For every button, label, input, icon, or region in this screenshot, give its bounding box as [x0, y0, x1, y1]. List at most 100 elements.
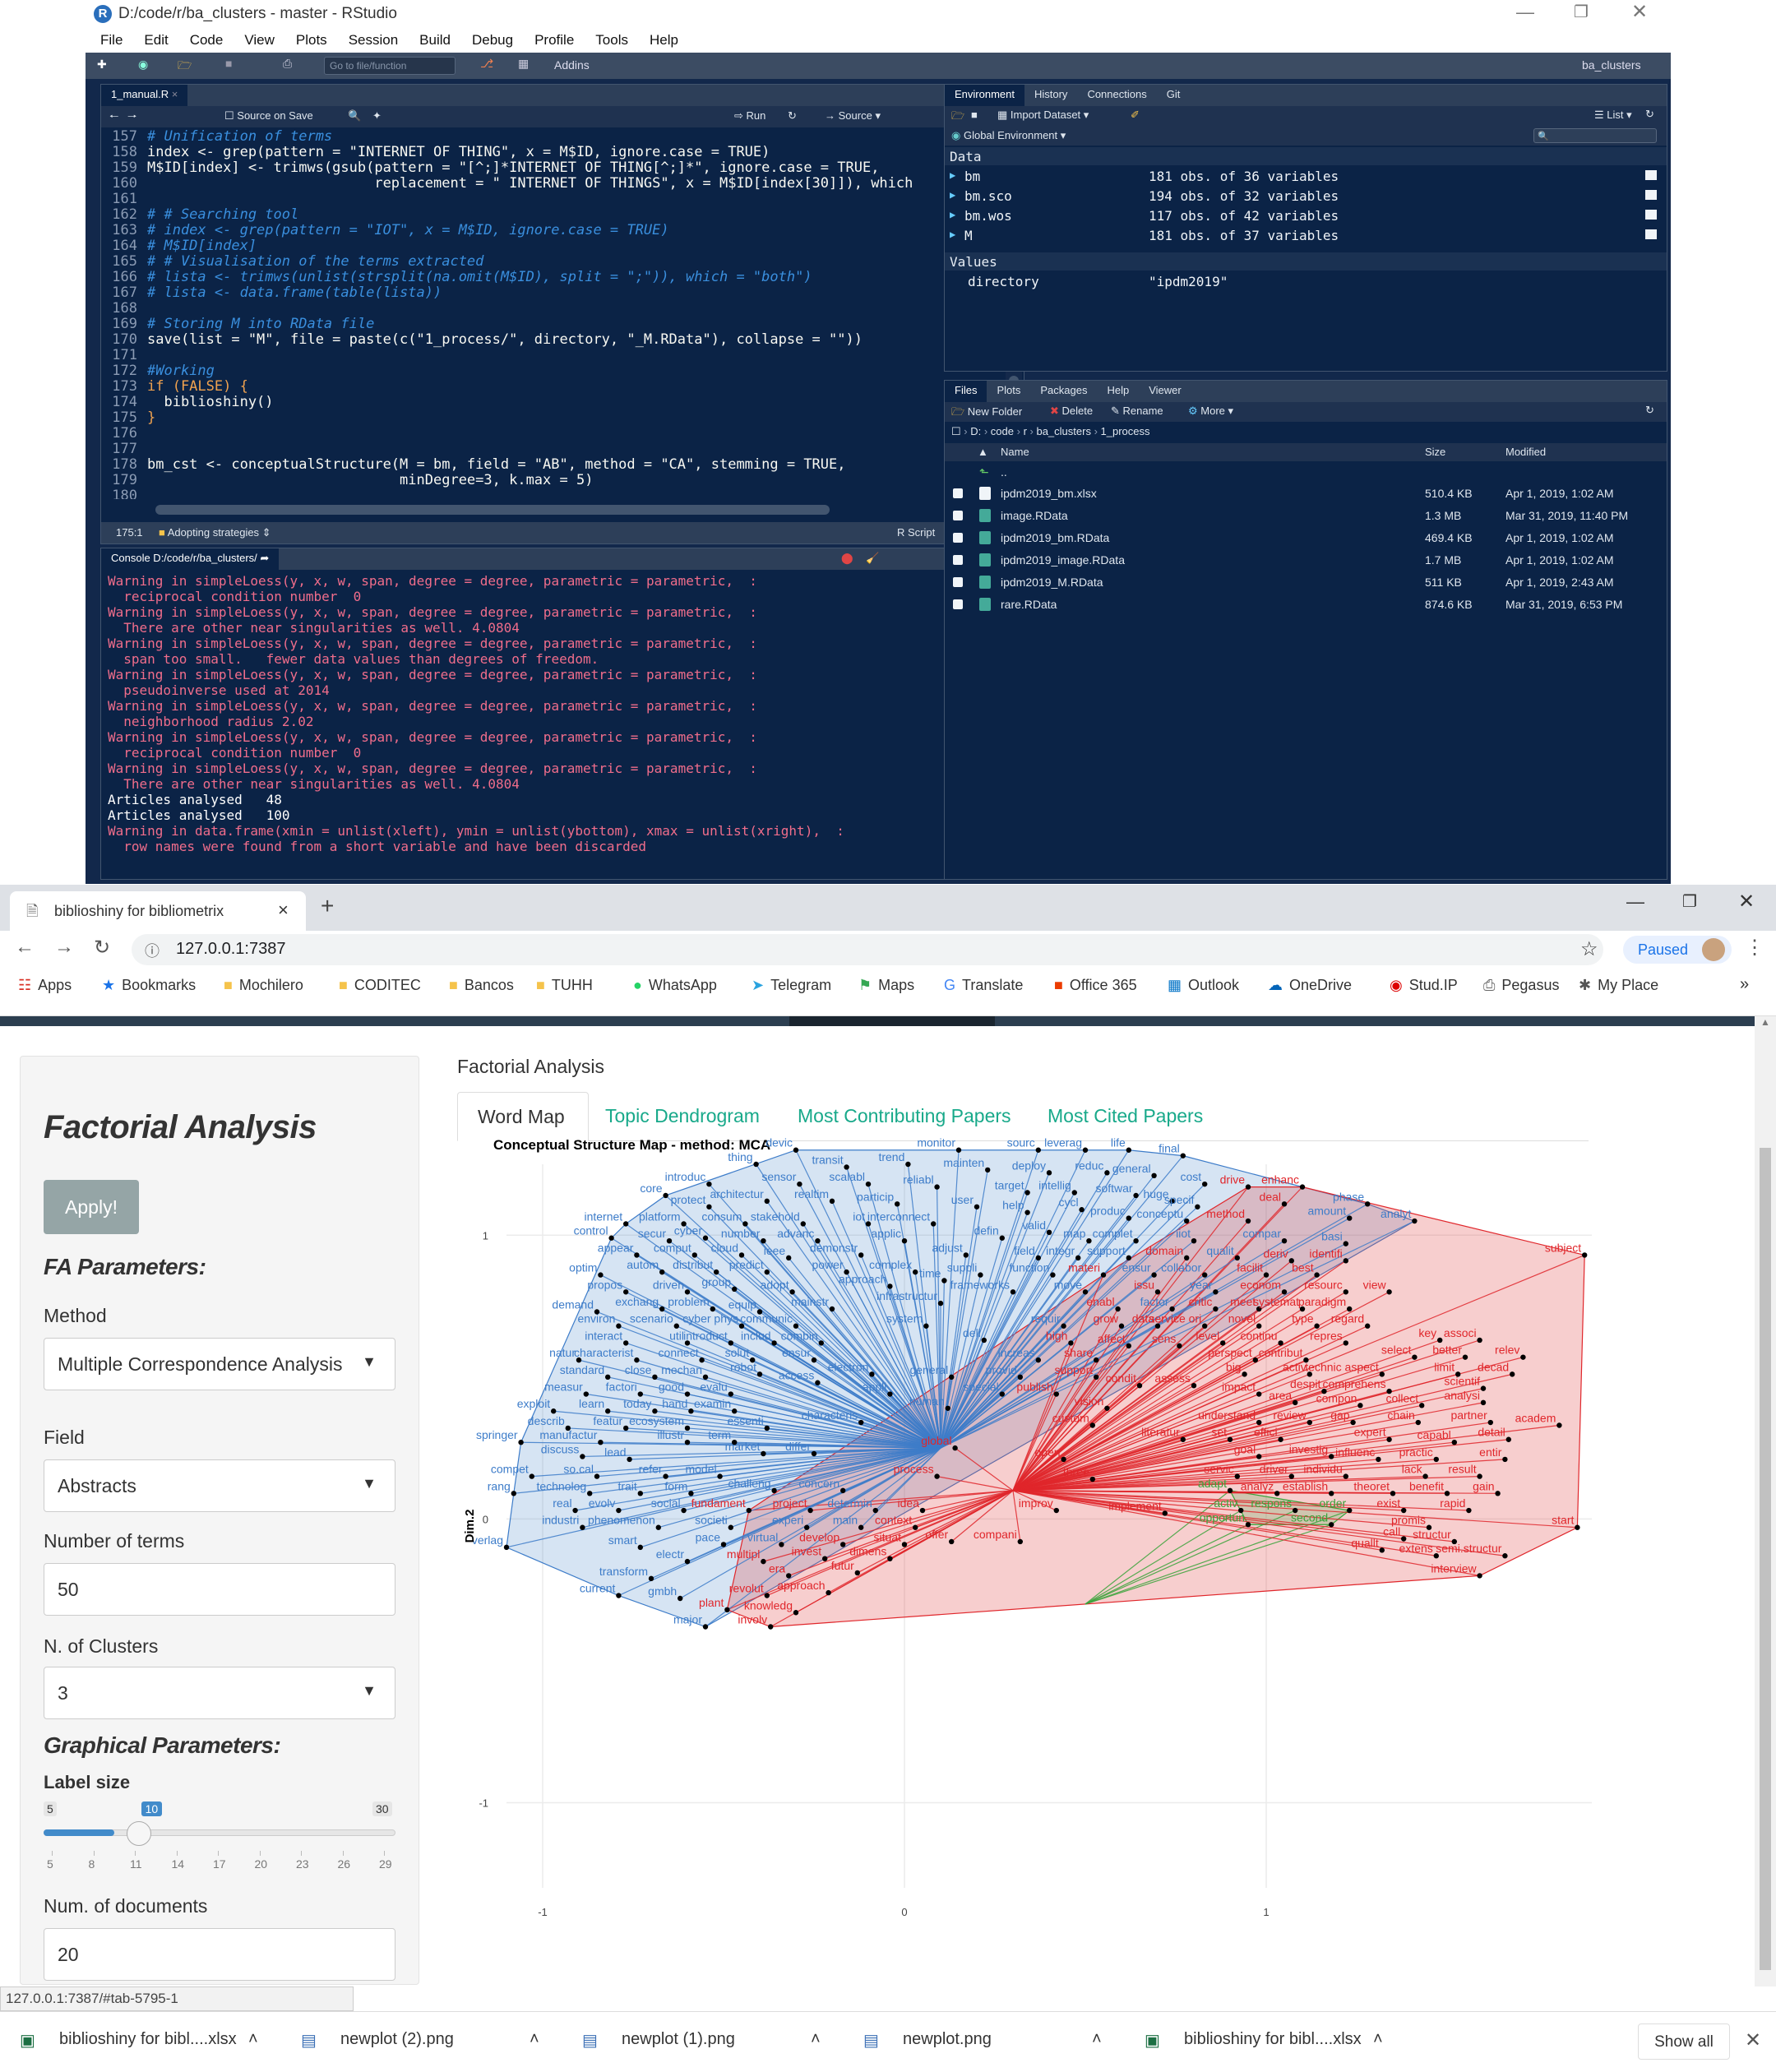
data-row[interactable]: ▶ bm 181 obs. of 36 variables	[945, 167, 1667, 187]
editor-hscroll-thumb[interactable]	[155, 505, 830, 515]
menu-item-edit[interactable]: Edit	[144, 32, 168, 48]
close-icon[interactable]: ✕	[1631, 0, 1648, 24]
dataset-expand-icon[interactable]: ▶	[950, 229, 955, 240]
import-dataset-button[interactable]: ▦ Import Dataset ▾	[997, 109, 1089, 122]
close-tab-icon[interactable]: ×	[278, 900, 289, 921]
list-view-button[interactable]: ☰ List ▾	[1594, 109, 1632, 122]
forward-icon[interactable]: 🠒	[127, 109, 136, 127]
grid-view-icon[interactable]	[1645, 190, 1657, 200]
menu-item-debug[interactable]: Debug	[472, 32, 513, 48]
file-checkbox[interactable]	[953, 555, 963, 565]
menu-item-code[interactable]: Code	[190, 32, 224, 48]
file-checkbox[interactable]	[953, 488, 963, 498]
file-name[interactable]: image.RData	[1001, 509, 1068, 522]
grid-view-icon[interactable]	[1645, 170, 1657, 180]
show-all-button[interactable]: Show all	[1638, 2023, 1730, 2060]
menu-item-help[interactable]: Help	[650, 32, 678, 48]
download-item[interactable]: ▣ biblioshiny for bibl....xlsx ˄	[20, 2030, 275, 2055]
method-select[interactable]: Multiple Correspondence Analysis ▼	[44, 1338, 395, 1390]
col-modified[interactable]: Modified	[1505, 446, 1546, 458]
tab-plots[interactable]: Plots	[987, 381, 1030, 402]
data-row[interactable]: ▶ bm.sco 194 obs. of 32 variables	[945, 187, 1667, 206]
rename-button[interactable]: ✎ Rename	[1111, 405, 1163, 418]
forward-icon[interactable]: →	[54, 936, 74, 959]
source-on-save-checkbox[interactable]: ☐ Source on Save	[224, 109, 313, 123]
paused-sync-button[interactable]: Paused	[1623, 936, 1732, 964]
num-documents-input[interactable]: 20	[44, 1928, 395, 1981]
load-workspace-icon[interactable]: 🗁	[951, 109, 964, 127]
editor-code[interactable]: 157 # Unification of terms 158 index <- gre…	[101, 129, 1006, 499]
file-row[interactable]: ipdm2019_image.RData 1.7 MB Apr 1, 2019, 1…	[945, 551, 1667, 573]
file-checkbox[interactable]	[953, 533, 963, 543]
go-to-directory-icon[interactable]: ➦	[260, 552, 269, 564]
global-environment-dropdown[interactable]: ◉ Global Environment ▾	[951, 129, 1066, 142]
col-size[interactable]: Size	[1425, 446, 1445, 458]
file-checkbox[interactable]	[953, 511, 963, 520]
bookmark-office-365[interactable]: ■ Office 365	[1054, 977, 1137, 994]
grid-view-icon[interactable]	[1645, 210, 1657, 220]
chevron-up-icon[interactable]: ˄	[530, 2030, 539, 2049]
col-name[interactable]: Name	[1001, 446, 1029, 458]
minimize-icon[interactable]: —	[1516, 2, 1534, 23]
n-clusters-select[interactable]: 3 ▼	[44, 1667, 395, 1719]
chevron-up-icon[interactable]: ˄	[248, 2030, 258, 2049]
find-icon[interactable]: 🔍	[348, 109, 361, 123]
maximize-icon[interactable]: ❐	[1574, 2, 1589, 22]
new-tab-icon[interactable]: +	[321, 893, 334, 919]
delete-button[interactable]: ✖ Delete	[1050, 405, 1093, 418]
field-select[interactable]: Abstracts ▼	[44, 1459, 395, 1512]
download-item[interactable]: ▣ biblioshiny for bibl....xlsx ˄	[1145, 2030, 1399, 2055]
grid-view-icon[interactable]	[1645, 229, 1657, 239]
console-tab[interactable]: Console D:/code/r/ba_clusters/ ➦	[101, 548, 280, 570]
tab-history[interactable]: History	[1024, 85, 1077, 106]
print-icon[interactable]: ⎙	[283, 57, 292, 71]
back-icon[interactable]: 🠐	[109, 109, 118, 127]
chevron-up-icon[interactable]: ˄	[811, 2030, 821, 2049]
browser-tab[interactable]: 🗎 biblioshiny for bibliometrix ×	[10, 891, 306, 931]
stop-icon[interactable]: ⬤	[841, 552, 853, 565]
bookmark-coditec[interactable]: ■ CODITEC	[339, 977, 421, 994]
tab-help[interactable]: Help	[1097, 381, 1139, 402]
data-row[interactable]: ▶ M 181 obs. of 37 variables	[945, 226, 1667, 246]
back-icon[interactable]: ←	[15, 936, 35, 959]
bookmark-bancos[interactable]: ■ Bancos	[449, 977, 514, 994]
chevron-up-icon[interactable]: ˄	[1373, 2030, 1383, 2049]
breadcrumb-item[interactable]: 1_process	[1101, 425, 1150, 437]
tab-most-cited-papers[interactable]: Most Cited Papers	[1048, 1105, 1203, 1127]
file-name[interactable]: ipdm2019_bm.xlsx	[1001, 487, 1097, 500]
menu-item-session[interactable]: Session	[349, 32, 398, 48]
file-checkbox[interactable]	[953, 577, 963, 587]
close-tab-icon[interactable]: ×	[172, 88, 178, 100]
tab-viewer[interactable]: Viewer	[1139, 381, 1191, 402]
open-project-icon[interactable]: ◉	[138, 58, 148, 72]
new-folder-button[interactable]: 🗁 New Folder	[951, 405, 1022, 423]
bookmark-maps[interactable]: ⚑ Maps	[858, 977, 914, 994]
file-row[interactable]: ipdm2019_bm.xlsx 510.4 KB Apr 1, 2019, 1:0…	[945, 484, 1667, 506]
menu-item-profile[interactable]: Profile	[534, 32, 574, 48]
section-navigator[interactable]: ■ Adopting strategies ⇕	[159, 526, 271, 539]
open-file-icon[interactable]: 🗁	[178, 57, 192, 76]
file-type-selector[interactable]: R Script	[897, 526, 935, 539]
rerun-icon[interactable]: ↻	[788, 109, 797, 123]
label-size-slider[interactable]: 5 10 30 5 8 11 14 17 20 23 26 29	[44, 1801, 395, 1875]
value-row[interactable]: directory "ipdm2019"	[945, 272, 1667, 290]
more-bookmarks-icon[interactable]: »	[1740, 975, 1749, 994]
page-scroll-thumb[interactable]	[1760, 1148, 1771, 1970]
refresh-env-icon[interactable]: ↻	[1645, 108, 1654, 121]
restore-icon[interactable]: ❐	[1682, 891, 1697, 912]
editor-hscrollbar[interactable]	[154, 502, 1006, 517]
file-checkbox[interactable]	[953, 599, 963, 609]
download-item[interactable]: ▤ newplot (2).png ˄	[301, 2030, 556, 2055]
refresh-files-icon[interactable]: ↻	[1645, 404, 1654, 417]
tab-environment[interactable]: Environment	[945, 85, 1024, 106]
bookmark-bookmarks[interactable]: ★ Bookmarks	[102, 977, 196, 994]
tab-topic-dendrogram[interactable]: Topic Dendrogram	[605, 1105, 760, 1127]
tab-git[interactable]: Git	[1157, 85, 1191, 106]
close-shelf-icon[interactable]: ✕	[1745, 2028, 1761, 2052]
editor-tab[interactable]: 1_manual.R ×	[101, 85, 188, 106]
addins-menu[interactable]: Addins	[554, 58, 590, 72]
menu-item-file[interactable]: File	[100, 32, 123, 48]
tab-connections[interactable]: Connections	[1077, 85, 1156, 106]
checkbox-all[interactable]: ☐	[951, 425, 964, 437]
save-workspace-icon[interactable]: ■	[971, 109, 978, 121]
